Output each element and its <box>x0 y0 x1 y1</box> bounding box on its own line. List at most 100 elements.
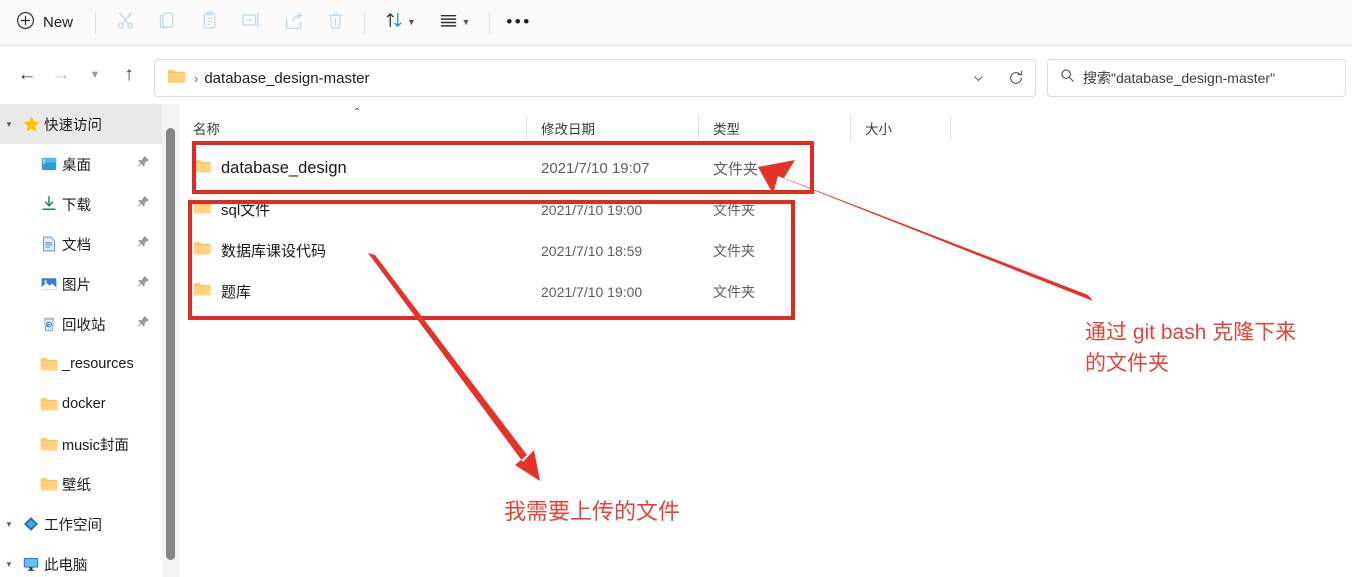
more-options-button[interactable]: ••• <box>498 6 540 40</box>
file-type-cell: 文件夹 <box>713 283 755 300</box>
sidebar-item-label: 桌面 <box>62 157 91 174</box>
cut-button[interactable] <box>104 6 146 40</box>
view-list-icon <box>438 10 459 36</box>
sidebar-item-10[interactable]: ▾ 工作空间 <box>0 504 162 544</box>
file-name-cell[interactable]: 数据库课设代码 <box>179 240 527 261</box>
sidebar-item-label: docker <box>62 396 106 412</box>
chevron-down-icon: ▼ <box>461 17 471 27</box>
ellipsis-icon: ••• <box>506 12 532 32</box>
column-header-0[interactable]: 名称 ⌃ <box>179 107 527 144</box>
copy-button[interactable] <box>146 6 188 40</box>
scissors-icon <box>115 10 136 36</box>
sidebar-item-label: 图片 <box>62 277 91 294</box>
command-toolbar: New ▼ ▼ ••• <box>0 0 1352 46</box>
paste-button[interactable] <box>188 6 230 40</box>
sidebar-item-11[interactable]: ▾ 此电脑 <box>0 544 162 577</box>
folder-icon <box>193 240 211 261</box>
share-icon <box>283 10 304 36</box>
file-type-cell: 文件夹 <box>713 242 755 259</box>
table-row[interactable]: 题库 2021/7/10 19:00 文件夹 <box>179 271 1352 312</box>
clipboard-icon <box>199 10 220 36</box>
pin-icon[interactable] <box>137 235 150 253</box>
file-date-cell: 2021/7/10 18:59 <box>541 242 643 259</box>
sidebar-item-0[interactable]: ▾ 快速访问 <box>0 104 162 144</box>
address-dropdown-button[interactable] <box>959 60 997 96</box>
chevron-down-icon[interactable]: ▾ <box>0 119 18 130</box>
sidebar-item-7[interactable]: docker <box>0 384 162 424</box>
folder-icon <box>36 433 62 455</box>
sidebar-item-label: _resources <box>62 356 134 372</box>
refresh-button[interactable] <box>997 60 1035 96</box>
table-row[interactable]: 数据库课设代码 2021/7/10 18:59 文件夹 <box>179 230 1352 271</box>
up-button[interactable]: ↑ <box>112 58 146 92</box>
sidebar-item-label: 下载 <box>62 197 91 214</box>
sidebar-item-5[interactable]: 回收站 <box>0 304 162 344</box>
address-bar[interactable]: › database_design-master <box>154 59 1036 97</box>
file-name-label: database_design <box>221 159 347 177</box>
column-header-3[interactable]: 大小 <box>851 112 951 144</box>
new-button-label: New <box>43 14 74 31</box>
sidebar-item-label: 此电脑 <box>44 557 88 574</box>
recent-locations-button[interactable]: ▼ <box>78 58 112 92</box>
sort-arrows-icon <box>384 10 404 35</box>
table-row[interactable]: sql文件 2021/7/10 19:00 文件夹 <box>179 189 1352 230</box>
breadcrumb-separator: › <box>194 70 199 86</box>
file-name-cell[interactable]: sql文件 <box>179 199 527 220</box>
rename-button[interactable] <box>230 6 272 40</box>
sidebar-scrollbar-thumb[interactable] <box>166 128 175 560</box>
file-type-cell: 文件夹 <box>713 201 755 218</box>
folder-icon <box>193 281 211 302</box>
file-name-cell[interactable]: 题库 <box>179 281 527 302</box>
desktop-icon <box>36 153 62 175</box>
navigation-pane[interactable]: ▾ 快速访问桌面下载文档图片回收站 _resourcesdocker music封面壁… <box>0 104 162 577</box>
back-button[interactable]: ← <box>10 58 44 92</box>
pin-icon[interactable] <box>137 275 150 293</box>
chevron-down-icon: ▼ <box>407 17 416 27</box>
column-header-1[interactable]: 修改日期 <box>527 112 699 144</box>
this-pc-icon <box>18 553 44 575</box>
sidebar-item-6[interactable]: _resources <box>0 344 162 384</box>
sidebar-item-1[interactable]: 桌面 <box>0 144 162 184</box>
file-name-cell[interactable]: database_design <box>179 158 527 179</box>
sidebar-item-8[interactable]: music封面 <box>0 424 162 464</box>
star-icon <box>18 113 44 135</box>
workspace-icon <box>18 513 44 535</box>
forward-button[interactable]: → <box>44 58 78 92</box>
search-icon <box>1060 68 1075 88</box>
file-date-cell: 2021/7/10 19:00 <box>541 201 643 218</box>
pin-icon[interactable] <box>137 195 150 213</box>
chevron-down-icon[interactable]: ▾ <box>0 559 18 570</box>
column-header-label: 大小 <box>865 122 892 137</box>
chevron-down-icon[interactable]: ▾ <box>0 519 18 530</box>
sidebar-item-label: 快速访问 <box>44 117 102 134</box>
sidebar-item-4[interactable]: 图片 <box>0 264 162 304</box>
arrow-right-icon: → <box>51 64 71 85</box>
trash-icon <box>325 10 346 36</box>
new-button[interactable]: New <box>4 6 87 40</box>
delete-button[interactable] <box>314 6 356 40</box>
column-header-label: 类型 <box>713 122 740 137</box>
file-explorer-window: New ▼ ▼ ••• ← → ▼ ↑ › database_design-ma… <box>0 0 1352 577</box>
sidebar-item-2[interactable]: 下载 <box>0 184 162 224</box>
sidebar-item-9[interactable]: 壁纸 <box>0 464 162 504</box>
column-header-2[interactable]: 类型 <box>699 112 851 144</box>
view-button[interactable]: ▼ <box>427 6 481 40</box>
sidebar-item-3[interactable]: 文档 <box>0 224 162 264</box>
sidebar-item-label: 壁纸 <box>62 477 91 494</box>
pin-icon[interactable] <box>137 315 150 333</box>
folder-icon <box>167 68 186 89</box>
column-resize-handle[interactable] <box>950 116 951 140</box>
folder-icon <box>36 473 62 495</box>
search-box[interactable]: 搜索"database_design-master" <box>1047 59 1346 97</box>
table-row[interactable]: database_design 2021/7/10 19:07 文件夹 <box>179 148 1352 189</box>
download-icon <box>36 193 62 215</box>
pin-icon[interactable] <box>137 155 150 173</box>
breadcrumb-path[interactable]: database_design-master <box>204 70 369 87</box>
search-placeholder: 搜索"database_design-master" <box>1083 70 1276 86</box>
pictures-icon <box>36 273 62 295</box>
folder-icon <box>36 353 62 375</box>
share-button[interactable] <box>272 6 314 40</box>
sort-button[interactable]: ▼ <box>373 6 427 40</box>
file-name-label: sql文件 <box>221 202 271 219</box>
sidebar-scrollbar[interactable] <box>162 104 179 577</box>
